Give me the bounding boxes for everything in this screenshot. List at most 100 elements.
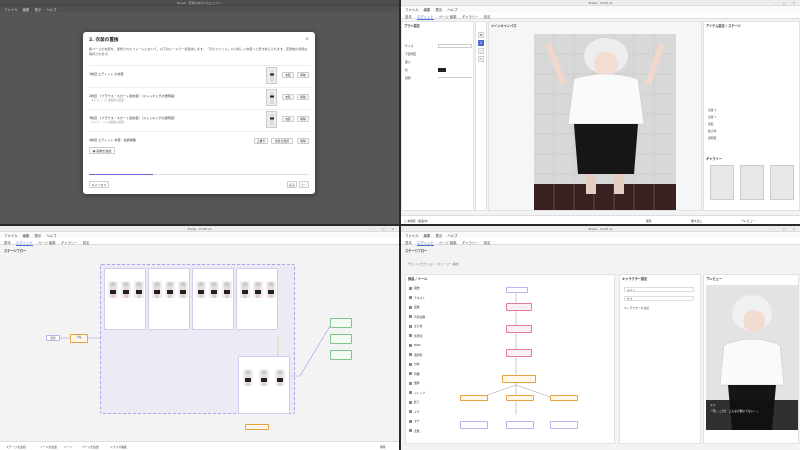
scenario-node[interactable]	[506, 287, 528, 293]
character-name: サブ	[627, 297, 633, 301]
replace-costume-dialog: 2. 衣装の置換 × 各ページの衣装を、選択されたフレームにおいて、以下のルール…	[83, 32, 315, 194]
scenario-node[interactable]	[550, 421, 578, 429]
delete-button[interactable]: 削除	[297, 72, 309, 78]
tab-basic[interactable]: 基本	[405, 240, 412, 245]
end-node[interactable]	[330, 350, 352, 360]
delete-button[interactable]: 削除	[297, 94, 309, 100]
row-label: 4枚目 エディット 衣装・最終調整	[89, 138, 137, 142]
branch-node[interactable]	[502, 375, 536, 383]
size-input[interactable]	[438, 44, 472, 48]
progress-bar	[89, 174, 309, 175]
choice-node[interactable]	[506, 395, 534, 401]
costume-button[interactable]: 衣装	[282, 116, 294, 122]
field-label: 間隔	[405, 76, 411, 80]
eraser-tool-icon[interactable]: ◌	[478, 48, 484, 54]
window-controls[interactable]: – ▢ ×	[774, 1, 798, 5]
cancel-button[interactable]: キャンセル	[89, 181, 109, 188]
character-row[interactable]: メイン	[624, 287, 694, 292]
tab-gallery[interactable]: ギャラリー	[462, 240, 479, 245]
tab-settings[interactable]: 設定	[484, 240, 491, 245]
costume-thumbnail	[165, 281, 175, 298]
tab-basic[interactable]: 基本	[405, 14, 412, 19]
stage-card[interactable]	[148, 268, 190, 330]
costume-button[interactable]: 衣装	[282, 94, 294, 100]
stage-card[interactable]	[236, 268, 278, 330]
window-controls[interactable]: – ▢ ×	[373, 1, 397, 5]
choice-node[interactable]	[460, 395, 488, 401]
stage-card[interactable]	[104, 268, 146, 330]
save-button[interactable]: 保存	[646, 219, 652, 223]
add-character-button[interactable]: キャラクターを追加	[624, 306, 649, 310]
edit-scenario-button[interactable]: シナリオ編集	[110, 445, 127, 449]
gallery-thumbnail[interactable]	[770, 165, 794, 200]
pointer-tool-icon[interactable]: ↖	[478, 56, 484, 62]
choose-costume-button[interactable]: 衣装を選択	[271, 138, 293, 144]
replace-row: 4枚目 エディット 衣装・最終調整 上書き 衣装を選択 削除	[89, 131, 311, 151]
spacing-slider[interactable]	[438, 77, 472, 78]
choice-node[interactable]	[550, 395, 578, 401]
tab-page-edit[interactable]: ページ 編集	[439, 14, 457, 19]
field-label: 位置 X	[708, 108, 717, 112]
tab-edit[interactable]: エディット	[416, 14, 434, 20]
brush-tool-icon[interactable]: ✎	[478, 40, 484, 46]
color-swatch[interactable]	[438, 68, 446, 72]
gallery-thumbnail[interactable]	[740, 165, 764, 200]
close-icon[interactable]: ×	[305, 37, 309, 42]
window-controls[interactable]: – ▢ ×	[774, 227, 798, 231]
tab-edit[interactable]: エディット	[416, 240, 434, 246]
costume-thumbnail	[178, 281, 188, 298]
character-canvas[interactable]	[534, 34, 676, 210]
costume-thumbnail[interactable]	[266, 67, 277, 84]
dialog-text: 「何… これ？ こんなの聞いてない…」	[710, 409, 760, 413]
add-image-button[interactable]: ▣ 画像を追加	[89, 147, 115, 154]
export-button[interactable]: 書き出し	[691, 219, 702, 223]
tab-bar: 基本 エディット ページ 編集 ギャラリー 設定	[401, 238, 800, 246]
next-button[interactable]: 次へ	[299, 181, 309, 188]
gallery-thumbnail[interactable]	[710, 165, 734, 200]
branch-node[interactable]	[245, 424, 269, 430]
scenario-node[interactable]	[506, 421, 534, 429]
character-illustration	[534, 34, 676, 210]
scenario-node[interactable]	[506, 349, 532, 357]
add-page-button[interactable]: ページを追加	[82, 445, 99, 449]
scenario-node[interactable]	[506, 325, 532, 333]
scenario-node[interactable]	[460, 421, 488, 429]
save-button[interactable]: 保存	[380, 445, 386, 449]
overwrite-button[interactable]: 上書き	[254, 138, 268, 144]
gallery-title: ギャラリー	[706, 157, 722, 161]
end-node[interactable]	[330, 318, 352, 328]
costume-thumbnail	[240, 281, 250, 298]
tab-page-edit[interactable]: ページ 編集	[439, 240, 457, 245]
panel-title: ブラシ設定	[404, 24, 420, 28]
stage-card[interactable]	[192, 268, 234, 330]
tool-column: ✥ ✎ ◌ ↖	[475, 21, 487, 211]
costume-button[interactable]: 衣装	[282, 72, 294, 78]
panel-title: メインキャンバス	[491, 24, 517, 28]
replace-row: 1枚目 エディット の衣装 衣装 削除	[89, 65, 311, 85]
branch-node[interactable]: 分岐	[70, 334, 88, 343]
field-label: 透明度	[708, 136, 717, 140]
stage-card[interactable]	[238, 356, 290, 414]
field-label: サイズ	[405, 44, 414, 48]
row-sublabel: キャラ — ○○ 衣装名の変更	[91, 121, 124, 124]
tab-gallery[interactable]: ギャラリー	[462, 14, 479, 19]
scene-button[interactable]: シーン	[64, 445, 72, 449]
tab-settings[interactable]: 設定	[484, 14, 491, 19]
move-tool-icon[interactable]: ✥	[478, 32, 484, 38]
add-stage-button[interactable]: ステージを追加	[6, 445, 26, 449]
delete-button[interactable]: 削除	[297, 116, 309, 122]
progress-fill	[89, 174, 153, 175]
scenario-node[interactable]	[506, 303, 532, 311]
start-node[interactable]: 開始	[46, 335, 60, 341]
costume-thumbnail	[209, 281, 219, 298]
costume-thumbnail[interactable]	[266, 89, 277, 106]
row-sublabel: キャラ — ○○ 衣装名の変更	[91, 99, 124, 102]
costume-thumbnail[interactable]	[266, 111, 277, 128]
window-top-left: Break - 形態の中のプロジェクト – ▢ × ファイル 編集 表示 ヘルプ…	[0, 0, 399, 224]
end-node[interactable]	[330, 334, 352, 344]
delete-button[interactable]: 削除	[297, 138, 309, 144]
back-button[interactable]: 戻る	[287, 181, 297, 188]
add-node-button[interactable]: ノードを追加	[40, 445, 57, 449]
character-row[interactable]: サブ	[624, 296, 694, 301]
preview-button[interactable]: プレビュー	[741, 219, 755, 223]
